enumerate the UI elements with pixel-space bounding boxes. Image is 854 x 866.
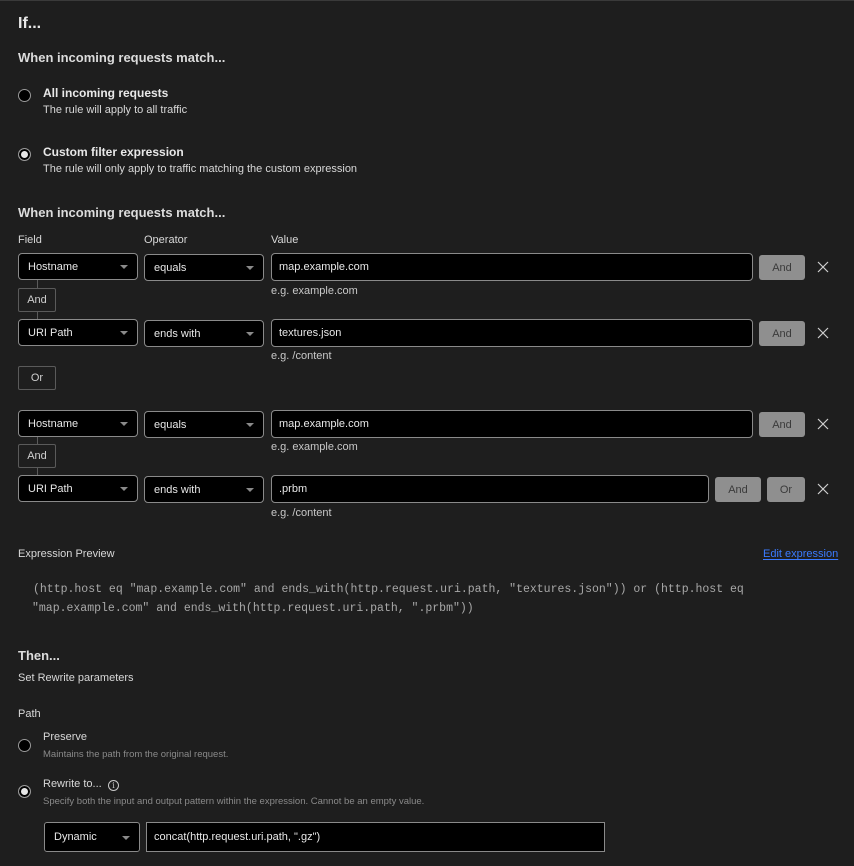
and-button[interactable]: And <box>759 412 805 437</box>
or-button[interactable]: Or <box>767 477 805 502</box>
chevron-down-icon <box>246 266 254 270</box>
chevron-down-icon <box>246 488 254 492</box>
rewrite-type-value: Dynamic <box>54 831 97 843</box>
radio-all-requests[interactable]: All incoming requests The rule will appl… <box>18 86 418 124</box>
radio-preserve[interactable]: Preserve Maintains the path from the ori… <box>18 731 418 761</box>
remove-row-icon[interactable] <box>817 261 831 275</box>
chevron-down-icon <box>120 265 128 269</box>
and-button[interactable]: And <box>715 477 761 502</box>
chevron-down-icon <box>120 331 128 335</box>
and-button[interactable]: And <box>759 255 805 280</box>
option-title: All incoming requests <box>43 86 169 100</box>
radio-button-selected[interactable] <box>18 785 31 798</box>
remove-row-icon[interactable] <box>817 327 831 341</box>
chevron-down-icon <box>120 422 128 426</box>
value-input-text: .prbm <box>279 483 308 495</box>
match-heading: When incoming requests match... <box>18 50 226 65</box>
operator-select-value: equals <box>154 418 187 431</box>
field-select-value: URI Path <box>28 482 73 495</box>
connector-line <box>37 437 38 444</box>
operator-select[interactable]: ends with <box>144 476 264 503</box>
radio-rewrite-to[interactable]: Rewrite to... i Specify both the input a… <box>18 778 458 808</box>
value-input[interactable]: map.example.com <box>271 253 753 281</box>
field-select-value: Hostname <box>28 417 79 430</box>
option-title: Custom filter expression <box>43 145 184 159</box>
radio-custom-expression[interactable]: Custom filter expression The rule will o… <box>18 145 418 183</box>
rewrite-type-select[interactable]: Dynamic <box>44 822 140 852</box>
operator-select[interactable]: equals <box>144 254 264 281</box>
operator-select[interactable]: equals <box>144 411 264 438</box>
operator-select[interactable]: ends with <box>144 320 264 347</box>
field-column-label: Field <box>18 234 42 246</box>
option-description: The rule will only apply to traffic matc… <box>43 163 358 175</box>
chevron-down-icon <box>120 487 128 491</box>
field-select[interactable]: URI Path <box>18 319 138 346</box>
option-description: Specify both the input and output patter… <box>43 796 425 807</box>
value-hint: e.g. /content <box>271 350 332 362</box>
radio-button[interactable] <box>18 89 31 102</box>
operator-select-value: ends with <box>154 327 201 340</box>
option-description: The rule will apply to all traffic <box>43 104 188 116</box>
value-hint: e.g. example.com <box>271 441 358 453</box>
and-button[interactable]: And <box>759 321 805 346</box>
then-subtitle: Set Rewrite parameters <box>18 672 134 684</box>
if-heading: If... <box>18 15 42 32</box>
value-input-text: textures.json <box>279 327 342 339</box>
chevron-down-icon <box>122 836 130 840</box>
edit-expression-link[interactable]: Edit expression <box>763 548 838 560</box>
expression-preview-label: Expression Preview <box>18 548 115 560</box>
info-icon[interactable]: i <box>108 780 119 791</box>
and-joiner[interactable]: And <box>18 288 56 312</box>
and-joiner[interactable]: And <box>18 444 56 468</box>
field-select[interactable]: URI Path <box>18 475 138 502</box>
or-joiner[interactable]: Or <box>18 366 56 390</box>
value-input-text: map.example.com <box>279 261 369 273</box>
option-title: Rewrite to... <box>43 778 102 790</box>
remove-row-icon[interactable] <box>817 483 831 497</box>
field-select[interactable]: Hostname <box>18 410 138 437</box>
operator-select-value: ends with <box>154 483 201 496</box>
radio-button[interactable] <box>18 739 31 752</box>
rewrite-expression-input[interactable]: concat(http.request.uri.path, ".gz") <box>146 822 605 852</box>
operator-column-label: Operator <box>144 234 188 246</box>
expression-line-1: (http.host eq "map.example.com" and ends… <box>33 583 744 596</box>
field-select-value: URI Path <box>28 326 73 339</box>
expression-line-2: "map.example.com" and ends_with(http.req… <box>32 602 474 615</box>
value-hint: e.g. /content <box>271 507 332 519</box>
rewrite-expression-text: concat(http.request.uri.path, ".gz") <box>154 831 321 843</box>
option-title: Preserve <box>43 731 88 743</box>
connector-line <box>37 280 38 288</box>
value-input[interactable]: .prbm <box>271 475 709 503</box>
value-input[interactable]: textures.json <box>271 319 753 347</box>
chevron-down-icon <box>246 332 254 336</box>
value-hint: e.g. example.com <box>271 285 358 297</box>
radio-button-selected[interactable] <box>18 148 31 161</box>
top-border <box>0 0 854 1</box>
field-select-value: Hostname <box>28 260 79 273</box>
path-label: Path <box>18 708 41 720</box>
then-heading: Then... <box>18 648 60 663</box>
remove-row-icon[interactable] <box>817 418 831 432</box>
builder-heading: When incoming requests match... <box>18 205 226 220</box>
operator-select-value: equals <box>154 261 187 274</box>
chevron-down-icon <box>246 423 254 427</box>
option-description: Maintains the path from the original req… <box>43 749 229 760</box>
value-input[interactable]: map.example.com <box>271 410 753 438</box>
value-column-label: Value <box>271 234 299 246</box>
value-input-text: map.example.com <box>279 418 369 430</box>
field-select[interactable]: Hostname <box>18 253 138 280</box>
